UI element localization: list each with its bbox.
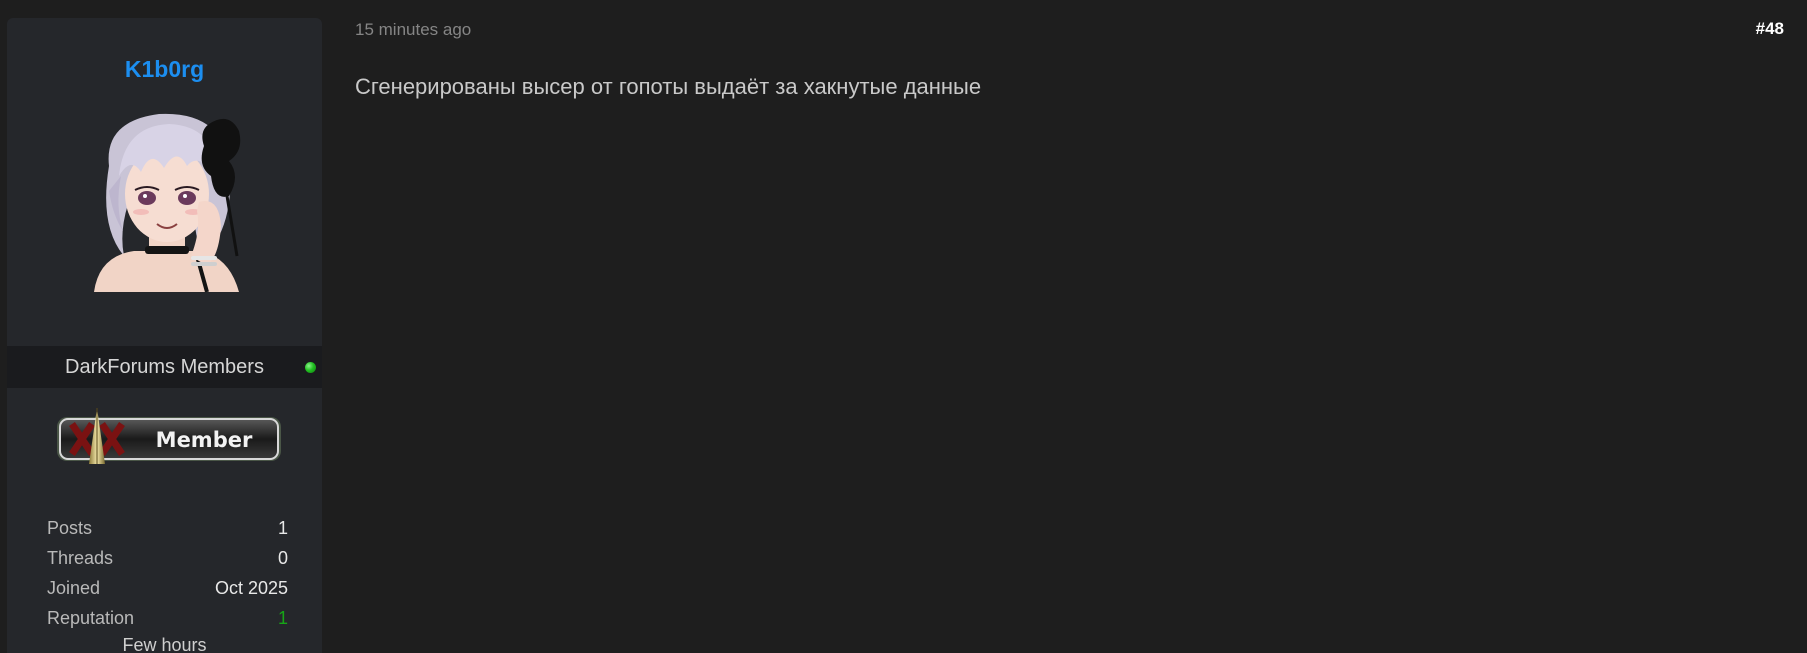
author-panel: K1b0rg DarkForums Members Member Posts 1… bbox=[7, 18, 322, 653]
post-body: Сгенерированы высер от гопоты выдаёт за … bbox=[355, 74, 982, 99]
stat-label: Reputation bbox=[47, 608, 135, 628]
stat-row-posts: Posts 1 bbox=[47, 518, 288, 548]
stat-label: Threads bbox=[47, 548, 114, 568]
last-seen: Few hours bbox=[122, 635, 207, 653]
post-time: 15 minutes ago bbox=[355, 20, 472, 39]
forum-post: K1b0rg DarkForums Members Member Posts 1… bbox=[0, 0, 1807, 653]
rank-label: Member bbox=[156, 428, 253, 452]
stat-label: Joined bbox=[47, 578, 101, 598]
usergroup-bar: DarkForums Members bbox=[7, 346, 322, 388]
stat-value[interactable]: 1 bbox=[278, 518, 288, 539]
usergroup-label: DarkForums Members bbox=[65, 356, 264, 378]
online-status-icon bbox=[305, 362, 316, 373]
author-avatar[interactable] bbox=[79, 106, 255, 292]
stat-row-threads: Threads 0 bbox=[47, 548, 288, 578]
rank-badge: Member bbox=[57, 408, 281, 464]
post-number-link[interactable]: #48 bbox=[1756, 19, 1784, 39]
stat-row-reputation: Reputation 1 bbox=[47, 608, 288, 638]
stat-value[interactable]: 1 bbox=[278, 608, 288, 629]
author-username[interactable]: K1b0rg bbox=[7, 56, 322, 83]
stat-row-joined: Joined Oct 2025 bbox=[47, 578, 288, 608]
stat-value[interactable]: 0 bbox=[278, 548, 288, 569]
stat-value: Oct 2025 bbox=[214, 578, 288, 598]
stat-label: Posts bbox=[47, 518, 93, 538]
author-stats: Posts 1 Threads 0 Joined Oct 2025 Reputa… bbox=[47, 518, 288, 638]
